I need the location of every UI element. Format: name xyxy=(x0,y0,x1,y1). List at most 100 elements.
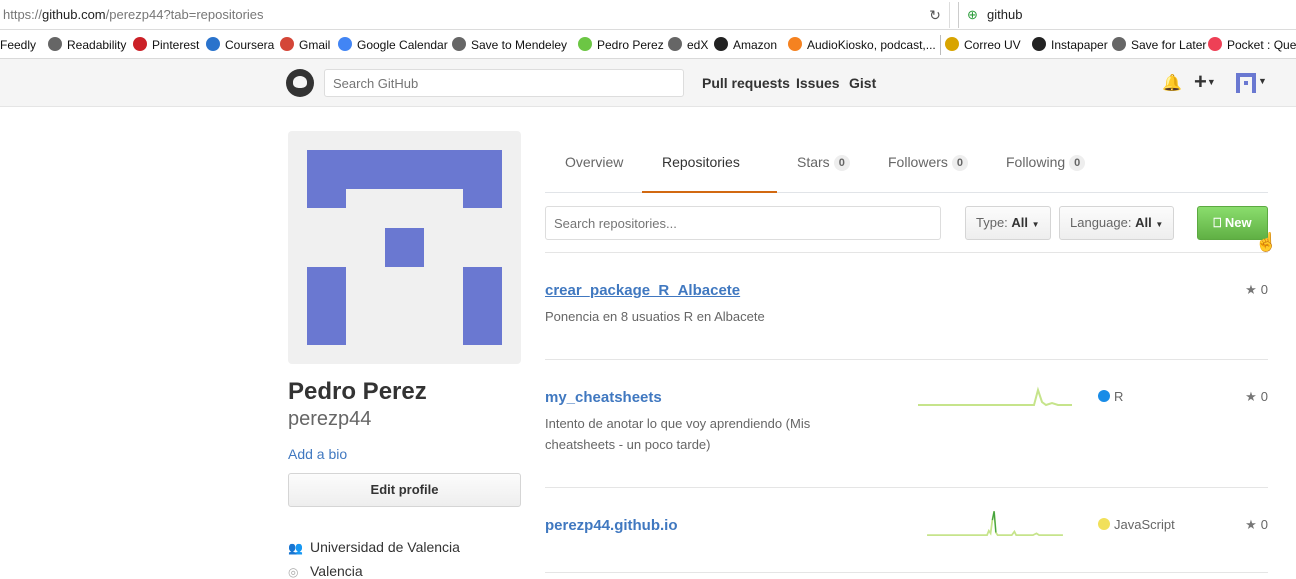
bookmark-icon xyxy=(1208,37,1222,51)
add-bio-link[interactable]: Add a bio xyxy=(288,446,347,462)
bookmark-item[interactable]: Instapaper xyxy=(1032,37,1108,53)
repo-stars[interactable]: ★ 0 xyxy=(1245,282,1268,298)
repo-list-item: crear_package_R_Albacete Ponencia en 8 u… xyxy=(545,253,1268,360)
user-menu-avatar[interactable]: ▼ xyxy=(1236,73,1267,93)
hand-cursor-icon: ☝ xyxy=(1255,232,1278,252)
repo-name-link[interactable]: crear_package_R_Albacete xyxy=(545,282,740,299)
bookmark-separator xyxy=(940,35,941,55)
star-icon: ★ xyxy=(1245,389,1257,404)
bookmark-icon xyxy=(338,37,352,51)
bookmark-item[interactable]: Amazon xyxy=(714,37,777,53)
create-new-dropdown[interactable]: +▼ xyxy=(1194,69,1216,95)
bookmark-item[interactable]: Pedro Perez xyxy=(578,37,664,53)
bookmark-label: Save to Mendeley xyxy=(471,38,568,52)
bookmark-label: Gmail xyxy=(299,38,331,52)
repo-activity-sparkline xyxy=(927,511,1063,536)
github-logo-icon[interactable] xyxy=(286,69,314,97)
bookmark-item[interactable]: Coursera xyxy=(206,37,274,53)
avatar-block xyxy=(307,267,346,345)
repo-star-count: 0 xyxy=(1260,517,1268,532)
tab-overview[interactable]: Overview xyxy=(565,131,623,193)
bookmark-icon xyxy=(945,37,959,51)
profile-avatar[interactable] xyxy=(288,131,521,364)
repo-book-icon: ⎕ xyxy=(1213,215,1222,230)
url-field[interactable]: https://github.com/perezp44?tab=reposito… xyxy=(0,2,950,28)
browser-address-bar-row: https://github.com/perezp44?tab=reposito… xyxy=(0,0,1296,30)
bookmarks-bar: Feedly Readability Pinterest Coursera Gmail G… xyxy=(0,31,1296,59)
language-color-dot xyxy=(1098,518,1110,530)
tab-counter: 0 xyxy=(1069,155,1086,171)
notification-bell-icon[interactable]: 🔔 xyxy=(1162,73,1182,93)
tab-label: Following xyxy=(1006,154,1066,170)
profile-username: perezp44 xyxy=(288,408,372,430)
bookmark-icon xyxy=(578,37,592,51)
tab-followers[interactable]: Followers 0 xyxy=(888,131,969,193)
github-header: Pull requests Issues Gist 🔔 +▼ ▼ xyxy=(0,59,1296,107)
repo-star-count: 0 xyxy=(1260,282,1268,297)
bookmark-item[interactable]: AudioKiosko, podcast,... xyxy=(788,37,936,53)
profile-tabs: Overview Repositories8 Stars0 Followers0… xyxy=(545,131,1268,233)
repo-language-label: JavaScript xyxy=(1114,517,1175,532)
bookmark-item[interactable]: Pocket : Que xyxy=(1208,37,1296,53)
type-filter-value: All xyxy=(1011,215,1029,230)
url-host: github.com xyxy=(42,7,106,22)
tab-following[interactable]: Following 0 xyxy=(1006,131,1086,193)
tab-repositories[interactable]: Repositories8 xyxy=(642,131,777,233)
bookmark-label: Google Calendar xyxy=(357,38,448,52)
browser-search-field[interactable]: ⊕ github xyxy=(958,2,1296,28)
bookmark-item[interactable]: edX xyxy=(668,37,708,53)
star-icon: ★ xyxy=(1245,282,1257,297)
url-path: /perezp44?tab=repositories xyxy=(105,7,264,22)
edit-profile-button[interactable]: Edit profile xyxy=(288,473,521,507)
github-search-input[interactable] xyxy=(324,69,684,97)
bookmark-item[interactable]: Feedly xyxy=(0,37,36,53)
bookmark-label: Save for Later xyxy=(1131,38,1207,52)
bookmark-icon xyxy=(788,37,802,51)
nav-issues[interactable]: Issues xyxy=(796,75,840,91)
organization-icon: 👥 xyxy=(288,541,303,555)
bookmark-label: Pedro Perez xyxy=(597,38,664,52)
repo-name-link[interactable]: my_cheatsheets xyxy=(545,389,662,406)
bookmark-item[interactable]: Save to Mendeley xyxy=(452,37,567,53)
nav-gist[interactable]: Gist xyxy=(849,75,876,91)
bookmark-item[interactable]: Correo UV xyxy=(945,37,1021,53)
bookmark-item[interactable]: Save for Later xyxy=(1112,37,1206,53)
language-filter-value: All xyxy=(1135,215,1152,230)
language-filter-dropdown[interactable]: Language: All ▼ xyxy=(1059,206,1175,240)
tab-label: Overview xyxy=(565,154,624,170)
bookmark-label: AudioKiosko, podcast,... xyxy=(807,38,936,52)
bookmark-label: Pinterest xyxy=(152,38,200,52)
bookmark-item[interactable]: Readability xyxy=(48,37,126,53)
bookmark-item[interactable]: Google Calendar xyxy=(338,37,448,53)
organization-label: Universidad de Valencia xyxy=(310,539,460,555)
avatar-mini-icon xyxy=(1236,73,1256,93)
bookmark-label: Correo UV xyxy=(964,38,1021,52)
location-icon: ◎ xyxy=(288,565,299,579)
nav-pull-requests[interactable]: Pull requests xyxy=(702,75,790,91)
bookmark-label: Amazon xyxy=(733,38,778,52)
repo-stars[interactable]: ★ 0 xyxy=(1245,389,1268,405)
plus-icon: + xyxy=(1194,69,1207,94)
bookmark-item[interactable]: Pinterest xyxy=(133,37,199,53)
tab-label: Repositories xyxy=(662,154,740,170)
type-filter-dropdown[interactable]: Type: All ▼ xyxy=(965,206,1051,240)
bookmark-item[interactable]: Gmail xyxy=(280,37,330,53)
tab-counter: 0 xyxy=(833,155,850,171)
bookmark-icon xyxy=(714,37,728,51)
reload-icon[interactable]: ↻ xyxy=(922,3,948,27)
repo-stars[interactable]: ★ 0 xyxy=(1245,517,1268,533)
new-button-label: New xyxy=(1224,215,1252,230)
bookmark-icon xyxy=(206,37,220,51)
star-icon: ★ xyxy=(1245,517,1257,532)
bookmark-icon xyxy=(133,37,147,51)
chevron-down-icon: ▼ xyxy=(1206,77,1216,87)
search-engine-icon: ⊕ xyxy=(967,7,978,22)
bookmark-icon xyxy=(1032,37,1046,51)
repo-name-link[interactable]: perezp44.github.io xyxy=(545,517,678,534)
repo-star-count: 0 xyxy=(1260,389,1268,404)
chevron-down-icon: ▼ xyxy=(1155,220,1164,229)
repo-search-input[interactable] xyxy=(545,206,941,240)
repo-language-label: R xyxy=(1114,389,1124,404)
tab-stars[interactable]: Stars 0 xyxy=(797,131,850,193)
bookmark-icon xyxy=(48,37,62,51)
